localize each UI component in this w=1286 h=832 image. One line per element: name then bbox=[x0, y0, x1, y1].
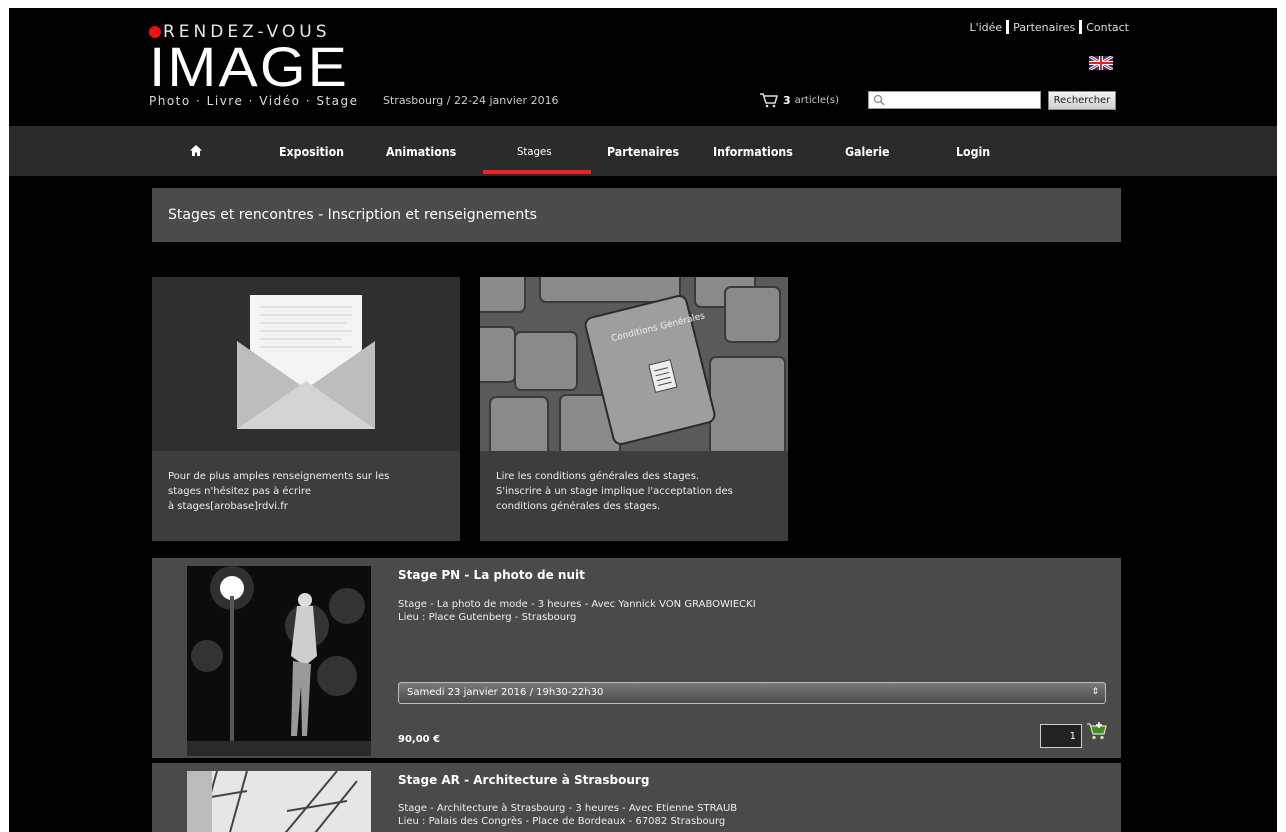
page-title: Stages et rencontres - Inscription et re… bbox=[152, 188, 1121, 242]
conditions-card[interactable]: Conditions Générales Lire les conditions… bbox=[480, 277, 788, 541]
contact-email-link[interactable]: à stages[arobase]rdvi.fr bbox=[168, 499, 444, 514]
conditions-line: conditions générales des stages. bbox=[496, 501, 661, 512]
session-selected-value: Samedi 23 janvier 2016 / 19h30-22h30 bbox=[407, 687, 604, 698]
nav-informations[interactable]: Informations bbox=[713, 145, 793, 159]
stage-title[interactable]: Stage PN - La photo de nuit bbox=[398, 568, 585, 582]
contact-card[interactable]: Pour de plus amples renseignements sur l… bbox=[152, 277, 460, 541]
nav-partenaires[interactable]: Partenaires bbox=[607, 145, 679, 159]
nav-login[interactable]: Login bbox=[956, 145, 990, 159]
nav-exposition[interactable]: Exposition bbox=[279, 145, 344, 159]
search-button[interactable]: Rechercher bbox=[1048, 91, 1116, 110]
link-idee[interactable]: L'idée bbox=[969, 21, 1002, 34]
cart-label: article(s) bbox=[794, 94, 840, 106]
architecture-photo-image bbox=[187, 771, 371, 832]
search-box[interactable] bbox=[868, 91, 1041, 109]
link-contact[interactable]: Contact bbox=[1086, 21, 1129, 34]
envelope-letter-image bbox=[152, 277, 460, 451]
page-frame: RENDEZ-VOUS IMAGE Photo · Livre · Vidéo … bbox=[9, 8, 1277, 832]
conditions-line[interactable]: Lire les conditions générales des stages… bbox=[496, 469, 772, 484]
top-links: L'idée Partenaires Contact bbox=[969, 20, 1129, 34]
logo-main-text: IMAGE bbox=[149, 35, 349, 98]
stage-title[interactable]: Stage AR - Architecture à Strasbourg bbox=[398, 773, 649, 787]
event-date: Strasbourg / 22-24 janvier 2016 bbox=[383, 94, 559, 107]
link-separator bbox=[1079, 20, 1083, 34]
contact-line: stages n'hésitez pas à écrire bbox=[168, 486, 311, 497]
conditions-line: S'inscrire à un stage implique l'accepta… bbox=[496, 486, 733, 497]
stage-price: 90,00 € bbox=[398, 734, 441, 745]
cart-icon bbox=[760, 93, 778, 108]
stage-location: Lieu : Palais des Congrès - Place de Bor… bbox=[398, 816, 726, 827]
stage-description: Stage - La photo de mode - 3 heures - Av… bbox=[398, 599, 756, 610]
cart-count: 3 bbox=[783, 93, 791, 107]
nav-stages[interactable]: Stages bbox=[517, 145, 552, 158]
link-partenaires[interactable]: Partenaires bbox=[1013, 21, 1075, 34]
uk-flag-icon[interactable] bbox=[1089, 56, 1113, 70]
night-photo-image bbox=[187, 566, 371, 756]
search-input[interactable] bbox=[889, 94, 1039, 106]
contact-line: Pour de plus amples renseignements sur l… bbox=[168, 471, 390, 482]
stage-item: Stage AR - Architecture à Strasbourg Sta… bbox=[152, 763, 1121, 832]
stage-location: Lieu : Place Gutenberg - Strasbourg bbox=[398, 612, 577, 623]
nav-animations[interactable]: Animations bbox=[386, 145, 456, 159]
nav-galerie[interactable]: Galerie bbox=[845, 145, 890, 159]
main-nav: Exposition Animations Stages Partenaires… bbox=[9, 126, 1277, 176]
search-icon bbox=[873, 94, 885, 106]
keyboard-conditions-generales-image: Conditions Générales bbox=[480, 277, 788, 451]
quantity-input[interactable]: 1 bbox=[1040, 724, 1082, 748]
cart-summary[interactable]: 3 article(s) bbox=[759, 92, 839, 108]
add-to-cart-icon[interactable] bbox=[1086, 722, 1108, 740]
site-logo[interactable]: RENDEZ-VOUS IMAGE Photo · Livre · Vidéo … bbox=[149, 22, 359, 108]
session-select[interactable]: Samedi 23 janvier 2016 / 19h30-22h30 ⇕ bbox=[398, 682, 1106, 704]
stage-item: Stage PN - La photo de nuit Stage - La p… bbox=[152, 558, 1121, 758]
stage-description: Stage - Architecture à Strasbourg - 3 he… bbox=[398, 803, 738, 814]
home-icon[interactable] bbox=[190, 145, 202, 156]
link-separator bbox=[1006, 20, 1010, 34]
nav-active-indicator bbox=[483, 170, 591, 174]
select-arrows-icon: ⇕ bbox=[1091, 687, 1099, 697]
